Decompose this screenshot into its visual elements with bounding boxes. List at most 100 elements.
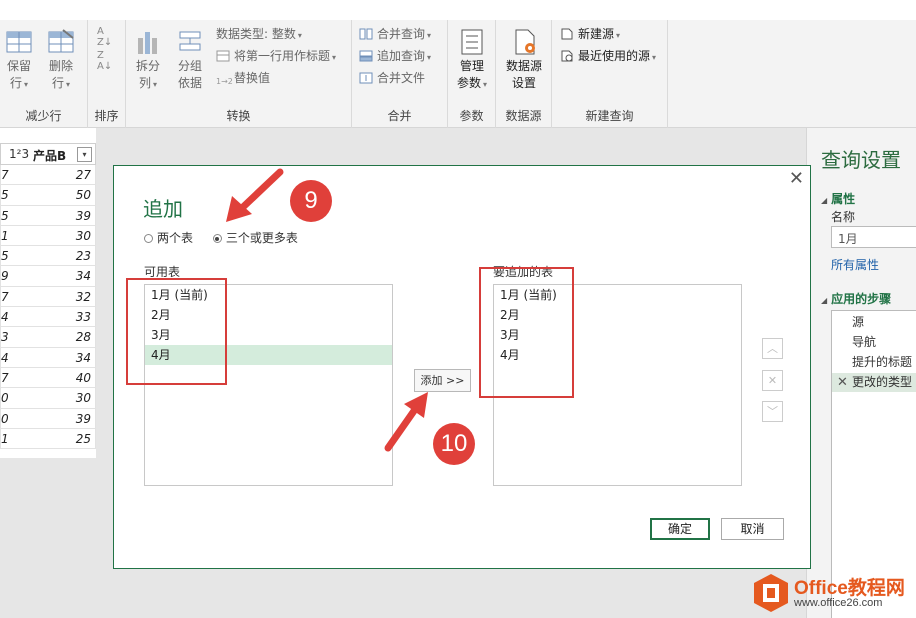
append-queries-button[interactable]: 追加查询 ▾ bbox=[359, 48, 431, 66]
cancel-button[interactable]: 取消 bbox=[721, 518, 784, 540]
step-source[interactable]: 源 bbox=[832, 313, 916, 332]
table-row[interactable]: 4 33 bbox=[0, 307, 96, 328]
collapse-triangle-icon: ◢ bbox=[821, 296, 828, 305]
table-row[interactable]: 3 28 bbox=[0, 327, 96, 348]
split-column-icon bbox=[138, 32, 157, 54]
properties-section[interactable]: ◢ 属性 bbox=[821, 190, 855, 207]
recent-sources-button[interactable]: 最近使用的源 ▾ bbox=[560, 48, 656, 66]
office-logo-icon bbox=[754, 574, 788, 612]
group-data-source: 数据源 设置 数据源 bbox=[496, 20, 552, 128]
group-label-combine: 合并 bbox=[387, 109, 412, 123]
group-label-data-source: 数据源 bbox=[505, 109, 542, 123]
use-first-row-button[interactable]: 将第一行用作标题 ▾ bbox=[216, 48, 336, 66]
cell-previous-column: 9 bbox=[1, 269, 9, 284]
radio-two-tables[interactable]: 两个表 bbox=[144, 229, 193, 246]
chevron-down-icon: ﹀ bbox=[767, 405, 778, 418]
cell-previous-column: 5 bbox=[1, 188, 9, 203]
annotation-arrow-icon bbox=[226, 168, 284, 222]
all-properties-link[interactable]: 所有属性 bbox=[831, 256, 879, 273]
close-icon[interactable]: ✕ bbox=[789, 168, 804, 189]
step-changed-type[interactable]: ✕ 更改的类型 bbox=[832, 373, 916, 392]
group-combine: 合并查询 ▾ 追加查询 ▾ 合并文件 合并 bbox=[352, 20, 448, 128]
table-row[interactable]: 7 40 bbox=[0, 367, 96, 389]
table-row[interactable]: 5 39 bbox=[0, 205, 96, 226]
table-row[interactable]: 7 27 bbox=[0, 165, 96, 186]
cell-previous-column: 4 bbox=[1, 350, 9, 365]
move-down-button[interactable]: ﹀ bbox=[762, 401, 783, 422]
table-row[interactable]: 0 39 bbox=[0, 408, 96, 429]
group-parameters: 管理 参数 ▾ 参数 bbox=[448, 20, 496, 128]
keep-rows-button[interactable]: 保留 行 ▾ bbox=[4, 28, 34, 93]
step-promoted-headers[interactable]: 提升的标题 bbox=[832, 353, 916, 372]
radio-three-or-more-tables[interactable]: 三个或更多表 bbox=[212, 229, 298, 246]
group-label-reduce-rows: 减少行 bbox=[25, 109, 62, 123]
table-row[interactable]: 4 34 bbox=[0, 347, 96, 368]
combine-files-icon bbox=[359, 72, 373, 84]
delete-step-icon[interactable]: ✕ bbox=[837, 373, 848, 392]
ok-button[interactable]: 确定 bbox=[650, 518, 710, 540]
grid-rows: 7 27 5 50 5 39 1 30 5 23 9 34 7 32 4 33 3 28 4 34 7 40 0 30 0 39 1… bbox=[0, 165, 96, 450]
table-row[interactable]: 7 32 bbox=[0, 286, 96, 308]
data-source-settings-button[interactable]: 数据源 设置 bbox=[500, 28, 548, 92]
group-by-button[interactable]: 分组 依据 bbox=[174, 28, 206, 92]
remove-table-button[interactable]: ✕ bbox=[762, 370, 783, 391]
cell-product-b: 28 bbox=[75, 330, 91, 345]
cell-product-b: 23 bbox=[75, 249, 91, 264]
radio-unselected-icon bbox=[144, 234, 153, 243]
cell-product-b: 39 bbox=[75, 411, 91, 426]
cell-product-b: 33 bbox=[75, 310, 91, 325]
group-new-query: 新建源 ▾ 最近使用的源 ▾ 新建查询 bbox=[552, 20, 668, 128]
dialog-title: 追加 bbox=[143, 197, 183, 221]
cell-product-b: 32 bbox=[75, 289, 91, 304]
column-header-product-b[interactable]: 1²3 产品B ▾ bbox=[0, 143, 96, 165]
watermark-url: www.office26.com bbox=[794, 597, 883, 609]
grid-empty-area bbox=[0, 458, 96, 618]
new-source-icon bbox=[561, 28, 573, 40]
whole-number-type-icon[interactable]: 1²3 bbox=[9, 147, 29, 161]
applied-steps-section[interactable]: ◢ 应用的步骤 bbox=[821, 290, 891, 307]
step-badge-10: 10 bbox=[433, 423, 475, 465]
cell-previous-column: 0 bbox=[1, 391, 9, 406]
group-label-sort: 排序 bbox=[94, 109, 119, 123]
cell-product-b: 34 bbox=[75, 269, 91, 284]
split-column-button[interactable]: 拆分 列 ▾ bbox=[132, 28, 164, 93]
move-up-button[interactable]: ︿ bbox=[762, 338, 783, 359]
group-reduce-rows: 保留 行 ▾ 删除 行 ▾ 减少行 bbox=[0, 20, 88, 128]
manage-parameters-icon bbox=[461, 29, 483, 55]
collapse-triangle-icon: ◢ bbox=[821, 196, 828, 205]
table-row[interactable]: 1 30 bbox=[0, 225, 96, 247]
table-row[interactable]: 5 23 bbox=[0, 246, 96, 267]
cell-product-b: 30 bbox=[75, 228, 91, 243]
merge-queries-button[interactable]: 合并查询 ▾ bbox=[359, 26, 431, 44]
watermark: Office教程网 www.office26.com bbox=[752, 569, 916, 618]
manage-parameters-button[interactable]: 管理 参数 ▾ bbox=[454, 28, 490, 93]
new-source-button[interactable]: 新建源 ▾ bbox=[560, 26, 620, 44]
column-header-label: 产品B bbox=[33, 149, 67, 163]
chevron-up-icon: ︿ bbox=[767, 342, 778, 355]
cell-previous-column: 7 bbox=[1, 370, 9, 385]
table-row[interactable]: 5 50 bbox=[0, 185, 96, 206]
sort-ascending-icon[interactable]: A Z↓ bbox=[97, 26, 112, 48]
group-by-icon bbox=[179, 31, 201, 51]
table-row[interactable]: 9 34 bbox=[0, 266, 96, 287]
sort-descending-icon[interactable]: Z A↓ bbox=[97, 50, 112, 72]
column-filter-dropdown-icon[interactable]: ▾ bbox=[77, 147, 92, 162]
cell-previous-column: 7 bbox=[1, 289, 9, 304]
replace-values-button[interactable]: 1→2替换值 bbox=[216, 70, 270, 86]
step-navigation[interactable]: 导航 bbox=[832, 333, 916, 352]
cell-previous-column: 1 bbox=[1, 228, 9, 243]
merge-queries-icon bbox=[359, 28, 373, 40]
remove-rows-button[interactable]: 删除 行 ▾ bbox=[44, 28, 78, 93]
table-row[interactable]: 0 30 bbox=[0, 388, 96, 409]
remove-icon: ✕ bbox=[767, 374, 778, 387]
data-type-dropdown[interactable]: 数据类型: 整数 ▾ bbox=[216, 26, 302, 44]
combine-files-button[interactable]: 合并文件 bbox=[359, 70, 425, 86]
table-count-radio-group: 两个表 三个或更多表 bbox=[144, 229, 314, 246]
ribbon: 保留 行 ▾ 删除 行 ▾ 减少行 A Z↓ Z A↓ 排序 拆分 列 ▾ 分组 依据 数… bbox=[0, 20, 916, 128]
table-row[interactable]: 1 25 bbox=[0, 428, 96, 450]
append-queries-icon bbox=[359, 50, 373, 62]
annotation-box-append bbox=[479, 267, 574, 398]
group-label-transform: 转换 bbox=[226, 109, 251, 123]
query-name-input[interactable]: 1月 bbox=[831, 226, 916, 248]
cell-previous-column: 0 bbox=[1, 411, 9, 426]
